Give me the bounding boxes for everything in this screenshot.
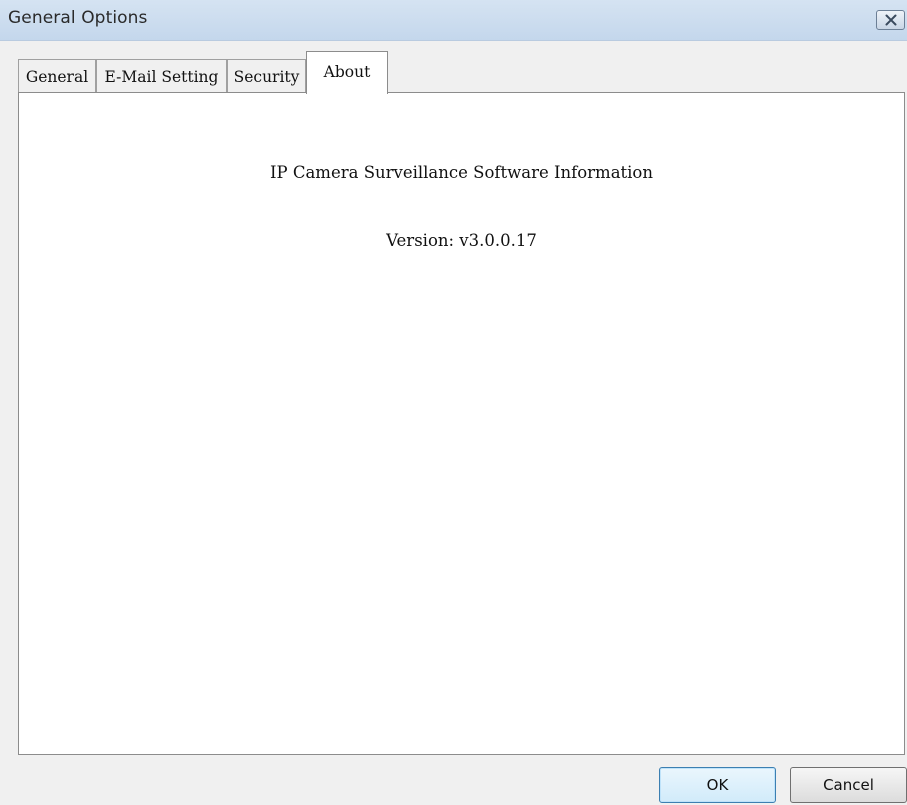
software-info-title: IP Camera Surveillance Software Informat… [269,163,653,182]
tab-about[interactable]: About [306,51,388,94]
version-text: Version: v3.0.0.17 [386,231,537,250]
general-options-dialog: General Options General E-Mail Setting S… [0,0,907,805]
ok-button[interactable]: OK [659,767,776,803]
close-icon [885,14,897,26]
tab-email-setting[interactable]: E-Mail Setting [96,59,227,93]
cancel-button[interactable]: Cancel [790,767,907,803]
about-panel: IP Camera Surveillance Software Informat… [18,92,905,755]
tab-security[interactable]: Security [227,59,306,93]
title-bar[interactable]: General Options [0,0,907,41]
tab-general[interactable]: General [18,59,96,93]
window-title: General Options [8,8,148,28]
close-button[interactable] [876,10,905,30]
